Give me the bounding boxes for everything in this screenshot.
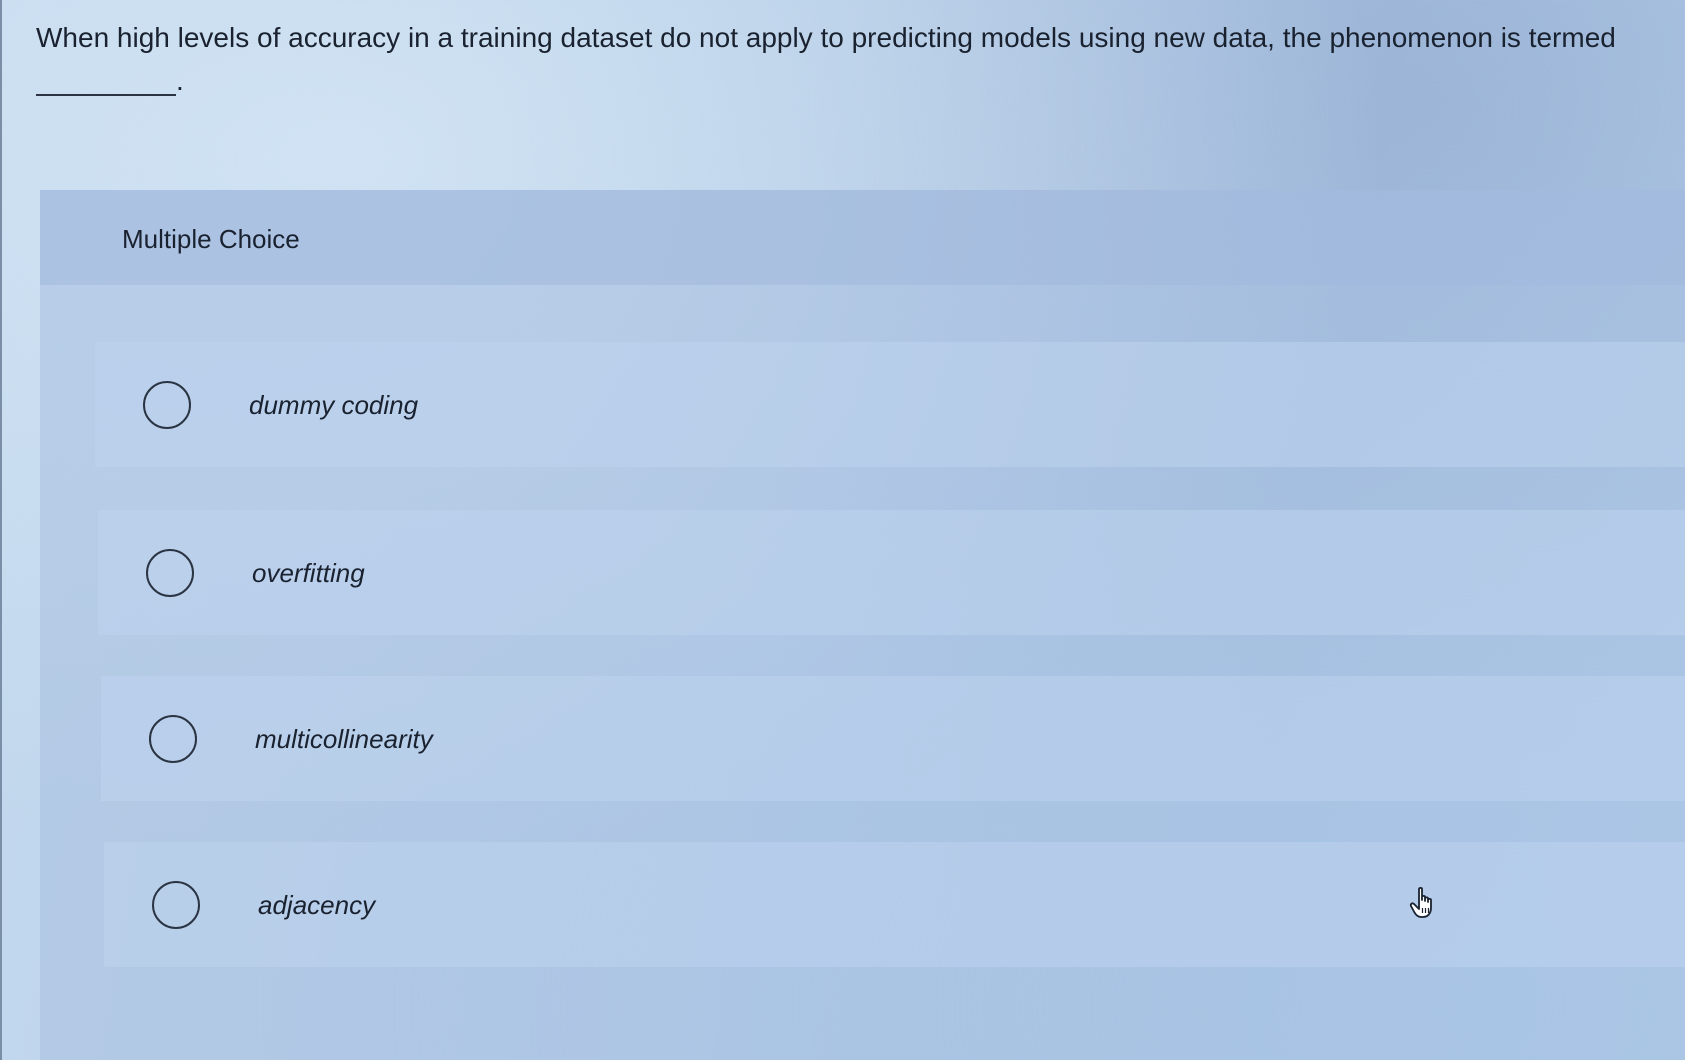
option-label: multicollinearity bbox=[255, 723, 433, 754]
multiple-choice-title: Multiple Choice bbox=[122, 224, 300, 254]
answer-blank: . bbox=[36, 56, 184, 96]
radio-unchecked-icon[interactable] bbox=[152, 880, 200, 929]
blank-line bbox=[36, 64, 176, 96]
question-text: When high levels of accuracy in a traini… bbox=[36, 22, 1616, 53]
option-dummy-coding[interactable]: dummy coding bbox=[95, 342, 1685, 467]
option-multicollinearity[interactable]: multicollinearity bbox=[101, 676, 1685, 801]
option-overfitting[interactable]: overfitting bbox=[98, 510, 1685, 635]
radio-unchecked-icon[interactable] bbox=[146, 548, 194, 597]
blank-period: . bbox=[176, 65, 184, 96]
radio-unchecked-icon[interactable] bbox=[149, 714, 197, 763]
screen-edge bbox=[0, 0, 2, 1060]
option-label: adjacency bbox=[258, 889, 376, 920]
hand-pointer-icon bbox=[1409, 886, 1432, 918]
radio-unchecked-icon[interactable] bbox=[143, 380, 191, 429]
option-label: dummy coding bbox=[249, 389, 419, 420]
option-label: overfitting bbox=[252, 557, 365, 588]
option-adjacency[interactable]: adjacency bbox=[104, 842, 1685, 967]
